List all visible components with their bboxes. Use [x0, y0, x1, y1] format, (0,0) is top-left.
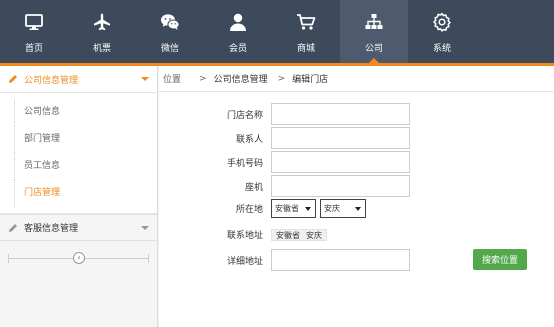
form-row-contact: 联系人 [159, 127, 410, 149]
breadcrumb-item-current: 编辑门店 [292, 75, 329, 85]
sidebar-collapse-row: ‹ [8, 247, 149, 271]
sidebar-group-label: 公司信息管理 [24, 75, 79, 86]
pencil-icon [9, 223, 17, 232]
form-row-store-name: 门店名称 [159, 103, 410, 125]
sidebar-item-company-info[interactable]: 公司信息 [0, 99, 157, 126]
breadcrumb: 位置 > 公司信息管理 > 编辑门店 [159, 66, 554, 92]
breadcrumb-separator: > [277, 73, 286, 84]
mobile-input[interactable] [271, 151, 410, 173]
sidebar-group-customer-service[interactable]: 客服信息管理 [0, 214, 157, 241]
nav-label: 商城 [296, 44, 315, 54]
contact-address-city: 安庆 [306, 230, 322, 240]
sidebar-item-departments[interactable]: 部门管理 [0, 126, 157, 153]
sidebar-group-label: 客服信息管理 [24, 224, 79, 234]
user-icon [227, 11, 249, 33]
nav-item-company[interactable]: 公司 [340, 0, 408, 63]
landline-input[interactable] [271, 175, 410, 197]
nav-item-flights[interactable]: 机票 [68, 0, 136, 63]
contact-label: 联系人 [235, 134, 263, 145]
detail-address-input[interactable] [271, 249, 410, 271]
contact-address-label: 联系地址 [226, 231, 263, 241]
nav-label: 机票 [92, 44, 111, 54]
sidebar-group-company-info[interactable]: 公司信息管理 [0, 66, 157, 93]
breadcrumb-separator: > [199, 73, 207, 84]
nav-item-members[interactable]: 会员 [204, 0, 272, 63]
form-row-mobile: 手机号码 [159, 151, 410, 173]
province-select[interactable]: 安徽省 [271, 199, 316, 218]
nav-label: 公司 [364, 44, 383, 54]
nav-label: 微信 [160, 44, 179, 54]
province-select-value: 安徽省 [275, 204, 299, 213]
dropdown-arrow-icon [355, 207, 361, 211]
detail-address-label: 详细地址 [226, 256, 263, 267]
cart-icon [295, 11, 317, 33]
monitor-icon [23, 11, 45, 33]
search-location-button[interactable]: 搜索位置 [473, 249, 527, 270]
form-row-landline: 座机 [159, 175, 410, 197]
breadcrumb-location-label: 位置 [163, 75, 182, 85]
city-select-value: 安庆 [324, 204, 340, 213]
mobile-label: 手机号码 [226, 158, 263, 169]
form-row-detail-address: 详细地址 [159, 249, 410, 271]
nav-item-wechat[interactable]: 微信 [136, 0, 204, 63]
pencil-icon [9, 75, 17, 83]
nav-label: 首页 [24, 44, 43, 54]
breadcrumb-item[interactable]: 公司信息管理 [214, 72, 268, 85]
store-name-label: 门店名称 [226, 110, 263, 121]
location-label: 所在地 [235, 205, 263, 215]
airplane-icon [91, 11, 113, 33]
nav-item-mall[interactable]: 商城 [272, 0, 340, 63]
org-chart-icon [363, 11, 385, 33]
store-name-input[interactable] [271, 103, 410, 125]
chevron-down-icon [141, 77, 149, 81]
nav-label: 系统 [432, 44, 451, 54]
contact-input[interactable] [271, 127, 410, 149]
form-row-location: 所在地 安徽省 安庆 [159, 199, 370, 218]
city-select[interactable]: 安庆 [320, 199, 366, 218]
collapse-sidebar-button[interactable]: ‹ [73, 252, 85, 264]
dropdown-arrow-icon [305, 207, 311, 211]
gear-icon [431, 11, 453, 33]
nav-label: 会员 [228, 44, 247, 54]
sidebar-item-stores[interactable]: 门店管理 [0, 180, 157, 207]
main-content: 位置 > 公司信息管理 > 编辑门店 门店名称 联系人 手机号码 座机 所在地 … [159, 66, 554, 327]
sidebar-item-employees[interactable]: 员工信息 [0, 153, 157, 180]
chevron-down-icon [141, 226, 149, 230]
nav-item-system[interactable]: 系统 [408, 0, 476, 63]
form-row-contact-address: 联系地址 安徽省 安庆 [159, 228, 327, 241]
chevron-left-icon: ‹ [77, 253, 81, 262]
wechat-icon [159, 11, 181, 33]
top-nav: 首页 机票 微信 会员 商城 公司 系统 [0, 0, 554, 63]
sidebar-sub-list: 公司信息 部门管理 员工信息 门店管理 [0, 93, 157, 214]
sidebar: 公司信息管理 公司信息 部门管理 员工信息 门店管理 客服信息管理 ‹ [0, 66, 158, 327]
contact-address-province: 安徽省 [276, 230, 300, 240]
landline-label: 座机 [244, 182, 263, 193]
contact-address-value: 安徽省 安庆 [271, 228, 327, 241]
nav-item-home[interactable]: 首页 [0, 0, 68, 63]
